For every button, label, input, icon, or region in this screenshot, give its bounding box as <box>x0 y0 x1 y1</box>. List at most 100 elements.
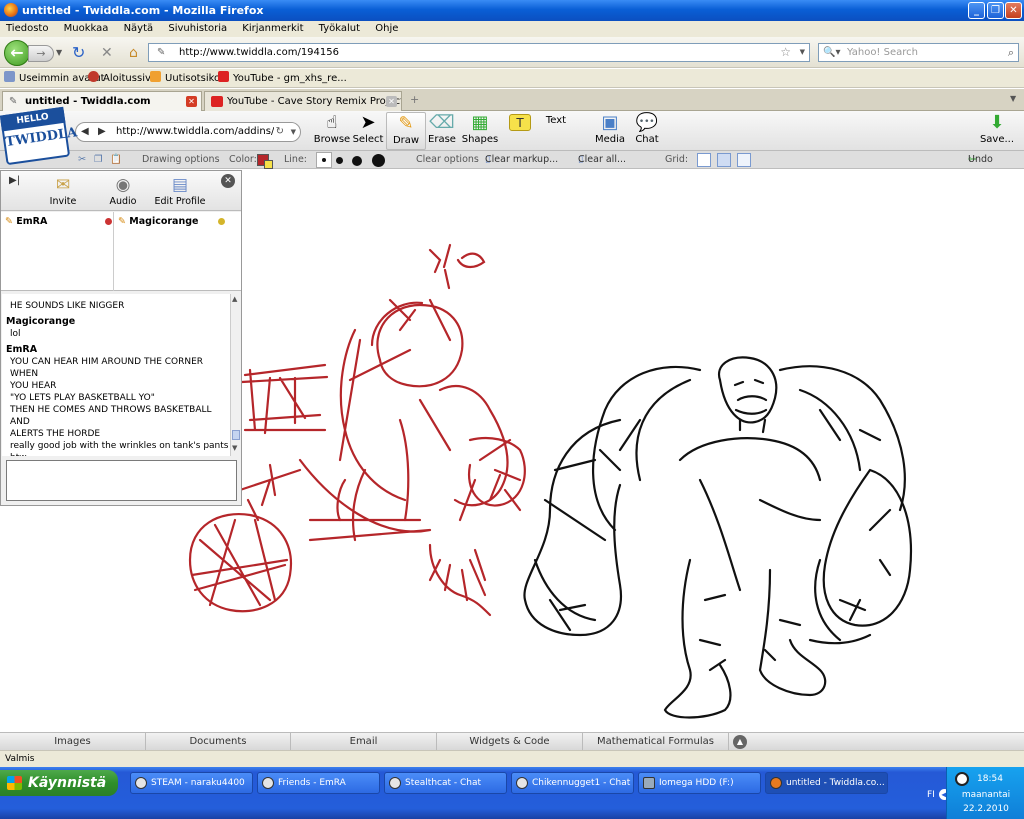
forward-button[interactable]: → <box>28 45 54 62</box>
chat-line: lol <box>10 329 21 339</box>
tab-twiddla[interactable]: ✎ untitled - Twiddla.com ✕ <box>2 91 202 111</box>
task-steam[interactable]: STEAM - naraku4400 <box>130 772 253 794</box>
close-tab-icon[interactable]: ✕ <box>186 96 197 107</box>
menu-bookmarks[interactable]: Kirjanmerkit <box>242 23 303 34</box>
address-bar[interactable]: ✎ http://www.twiddla.com/194156 ☆ ▼ <box>148 43 810 62</box>
menu-view[interactable]: Näytä <box>124 23 154 34</box>
steam-tray-icon[interactable] <box>955 772 969 786</box>
tool-text[interactable]: Text <box>534 115 578 153</box>
menu-help[interactable]: Ohje <box>375 23 398 34</box>
edit-profile-button[interactable]: ▤ Edit Profile <box>151 174 209 207</box>
search-input[interactable]: 🔍▾ Yahoo! Search ⌕ <box>818 43 1019 62</box>
scroll-up-icon[interactable]: ▲ <box>232 295 237 303</box>
expand-tabs-icon[interactable]: ▲ <box>733 735 747 749</box>
paste-icon[interactable]: 📋 <box>110 151 122 169</box>
steam-icon <box>262 777 274 789</box>
task-firefox[interactable]: untitled - Twiddla.co... <box>765 772 888 794</box>
drawing-options-label: Drawing options <box>142 154 220 165</box>
clock-date: 22.2.2010 <box>963 804 1009 814</box>
bookmark-news[interactable]: Uutisotsikot <box>150 69 224 88</box>
firefox-icon <box>770 777 782 789</box>
language-indicator[interactable]: FI <box>927 790 935 800</box>
collapse-panel-icon[interactable]: ▶| <box>9 175 20 186</box>
bookmark-star-icon[interactable]: ☆ <box>780 44 791 61</box>
tool-chat[interactable]: 💬 Chat <box>625 112 669 150</box>
chat-line: HE SOUNDS LIKE NIGGER <box>10 301 125 311</box>
history-dropdown-icon[interactable]: ▼ <box>56 45 62 61</box>
tool-select[interactable]: ➤ Select <box>346 112 390 150</box>
twiddla-forward-icon[interactable]: ▶ <box>98 123 106 141</box>
line-size-2[interactable] <box>336 157 343 164</box>
bookmark-youtube[interactable]: YouTube - gm_xhs_re... <box>218 69 347 88</box>
url-dropdown-icon[interactable]: ▼ <box>800 44 805 61</box>
task-iomega-hdd[interactable]: Iomega HDD (F:) <box>638 772 761 794</box>
stop-icon[interactable]: ✕ <box>101 45 113 61</box>
chat-author: EmRA <box>6 344 38 355</box>
secondary-color-swatch[interactable] <box>264 160 273 169</box>
chat-input[interactable] <box>6 460 237 501</box>
pencil-icon: ✎ <box>118 216 126 227</box>
menu-tools[interactable]: Työkalut <box>319 23 360 34</box>
tab-youtube[interactable]: YouTube - Cave Story Remix Project - ...… <box>204 91 402 111</box>
menu-file[interactable]: Tiedosto <box>6 23 48 34</box>
grid-none-button[interactable] <box>697 153 711 167</box>
invite-button[interactable]: ✉ Invite <box>43 174 83 207</box>
save-download-icon: ⬇ <box>989 112 1005 133</box>
status-bar: Valmis <box>0 750 1024 767</box>
user-magicorange[interactable]: ✎ Magicorange <box>118 216 225 227</box>
close-panel-icon[interactable]: ✕ <box>221 174 235 188</box>
chat-log: HE SOUNDS LIKE NIGGER Magicorange lol Em… <box>2 294 230 456</box>
navigation-bar: ← → ▼ ↻ ✕ ⌂ ✎ http://www.twiddla.com/194… <box>0 37 1024 68</box>
envelope-icon: ✉ <box>55 175 71 195</box>
user-emra[interactable]: ✎ EmRA <box>5 216 112 227</box>
task-stealthcat-chat[interactable]: Stealthcat - Chat <box>384 772 507 794</box>
tab-widgets-code[interactable]: Widgets & Code <box>437 733 583 751</box>
close-button[interactable]: ✕ <box>1005 2 1022 19</box>
home-icon[interactable]: ⌂ <box>129 45 138 61</box>
menu-history[interactable]: Sivuhistoria <box>168 23 227 34</box>
audio-button[interactable]: ◉ Audio <box>103 174 143 207</box>
cut-icon[interactable]: ✂ <box>78 151 86 169</box>
chat-line: btw <box>6 452 230 456</box>
menu-edit[interactable]: Muokkaa <box>64 23 109 34</box>
line-size-1[interactable] <box>322 158 326 162</box>
search-engine-icon[interactable]: 🔍▾ <box>823 44 840 61</box>
back-button[interactable]: ← <box>4 40 30 66</box>
copy-icon[interactable]: ❐ <box>94 151 103 169</box>
minimize-button[interactable]: _ <box>968 2 985 19</box>
save-button[interactable]: ⬇ Save... <box>974 112 1020 150</box>
clear-options-label: Clear options <box>416 154 479 165</box>
reload-icon[interactable]: ↻ <box>72 45 85 61</box>
twiddla-reload-icon[interactable]: ↻ <box>273 123 284 141</box>
taskbar: Käynnistä STEAM - naraku4400 Friends - E… <box>0 767 1024 819</box>
grid-small-button[interactable] <box>717 153 731 167</box>
tab-email[interactable]: Email <box>291 733 437 751</box>
firefox-window: untitled - Twiddla.com - Mozilla Firefox… <box>0 0 1024 819</box>
twiddla-url-dropdown-icon[interactable]: ▼ <box>290 123 296 141</box>
grid-large-button[interactable] <box>737 153 751 167</box>
twiddla-back-icon[interactable]: ◀ <box>81 123 89 141</box>
tab-images[interactable]: Images <box>0 733 146 751</box>
tool-shapes[interactable]: ▦ Shapes <box>458 112 502 150</box>
task-friends[interactable]: Friends - EmRA <box>257 772 380 794</box>
scroll-down-icon[interactable]: ▼ <box>232 444 237 452</box>
search-go-icon[interactable]: ⌕ <box>1008 44 1014 61</box>
line-size-4[interactable] <box>372 154 385 167</box>
close-tab-icon[interactable]: ✕ <box>386 96 397 107</box>
panel-toolbar: ▶| ✉ Invite ◉ Audio ▤ Edit Profile ✕ <box>1 171 241 211</box>
menu-bar: Tiedosto Muokkaa Näytä Sivuhistoria Kirj… <box>0 21 1024 37</box>
task-chikennugget-chat[interactable]: Chikennugget1 - Chat <box>511 772 634 794</box>
maximize-button[interactable]: ❐ <box>987 2 1004 19</box>
tab-list-icon[interactable]: ▼ <box>1010 94 1016 103</box>
new-tab-icon[interactable]: + <box>410 93 419 106</box>
line-size-3[interactable] <box>352 156 362 166</box>
twiddla-url-input[interactable]: ◀ ▶ http://www.twiddla.com/addins/bl ↻ ▼ <box>75 122 301 142</box>
bookmark-start-page[interactable]: Aloitussivu <box>88 69 157 88</box>
tab-math-formulas[interactable]: Mathematical Formulas <box>583 733 729 751</box>
line-label: Line: <box>284 154 307 165</box>
start-button[interactable]: Käynnistä <box>0 770 118 796</box>
tab-documents[interactable]: Documents <box>146 733 291 751</box>
options-bar: ✂ ❐ 📋 Drawing options Color: Line: Clear… <box>0 151 1024 169</box>
scroll-thumb[interactable] <box>232 430 240 440</box>
chat-scrollbar[interactable]: ▲ ▼ <box>230 294 241 456</box>
